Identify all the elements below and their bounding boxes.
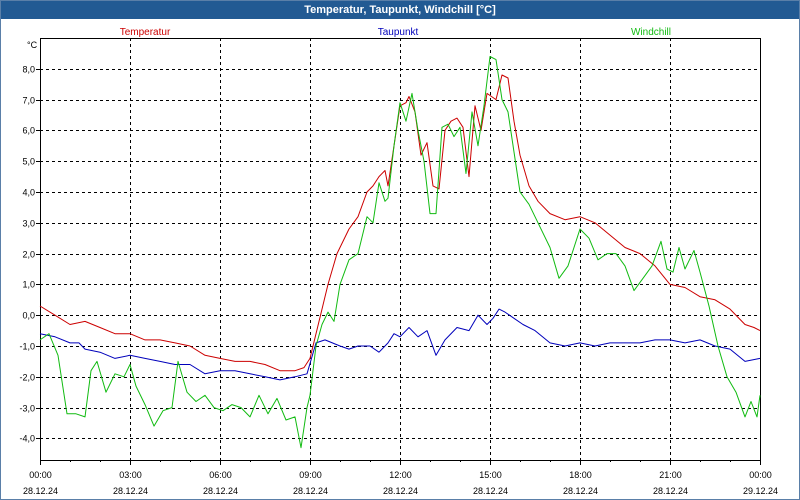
series-line-windchill [39,56,761,449]
x-tick-time-8: 00:00 [749,470,772,480]
y-tick-label-6: 2,0 [22,250,35,260]
grid-lines [40,38,760,460]
y-tick-label-7: 1,0 [22,280,35,290]
x-tick-date-1: 28.12.24 [113,486,148,496]
y-tick-label-3: 5,0 [22,157,35,167]
x-tick-date-7: 28.12.24 [653,486,688,496]
y-tick-label-11: -3,0 [19,404,35,414]
x-tick-date-0: 28.12.24 [23,486,58,496]
x-tick-date-5: 28.12.24 [473,486,508,496]
x-tick-time-7: 21:00 [659,470,682,480]
chart-window: 8,0 7,0 6,0 5,0 4,0 3,0 2,0 1,0 0,0 -1,0 -2,0 -3,0 -… [0,0,800,500]
chart-canvas: 8,0 7,0 6,0 5,0 4,0 3,0 2,0 1,0 0,0 -1,0 -2,0 -3,0 -… [19,27,778,496]
legend-temperatur: Temperatur [120,27,171,38]
x-tick-time-6: 18:00 [569,470,592,480]
legend-windchill: Windchill [631,27,671,38]
x-tick-time-1: 03:00 [119,470,142,480]
y-tick-label-10: -2,0 [19,373,35,383]
x-tick-date-4: 28.12.24 [383,486,418,496]
y-axis-label: °C [27,40,38,50]
x-tick-date-8: 29.12.24 [743,486,778,496]
x-tick-date-3: 28.12.24 [293,486,328,496]
x-tick-time-3: 09:00 [299,470,322,480]
x-tick-time-5: 15:00 [479,470,502,480]
x-tick-date-2: 28.12.24 [203,486,238,496]
x-tick-time-0: 00:00 [29,470,52,480]
y-tick-label-5: 3,0 [22,219,35,229]
y-tick-label-8: 0,0 [22,311,35,321]
y-tick-label-4: 4,0 [22,188,35,198]
x-tick-time-2: 06:00 [209,470,232,480]
legend: Temperatur Taupunkt Windchill [120,27,671,38]
chart-title: Temperatur, Taupunkt, Windchill [°C] [1,1,799,19]
y-tick-label-9: -1,0 [19,342,35,352]
y-tick-label-1: 7,0 [22,96,35,106]
legend-taupunkt: Taupunkt [378,27,419,38]
y-tick-label-2: 6,0 [22,126,35,136]
y-tick-label-12: -4,0 [19,434,35,444]
x-tick-date-6: 28.12.24 [563,486,598,496]
series-lines [39,56,761,449]
y-tick-label-0: 8,0 [22,65,35,75]
x-tick-time-4: 12:00 [389,470,412,480]
axes [36,38,761,465]
